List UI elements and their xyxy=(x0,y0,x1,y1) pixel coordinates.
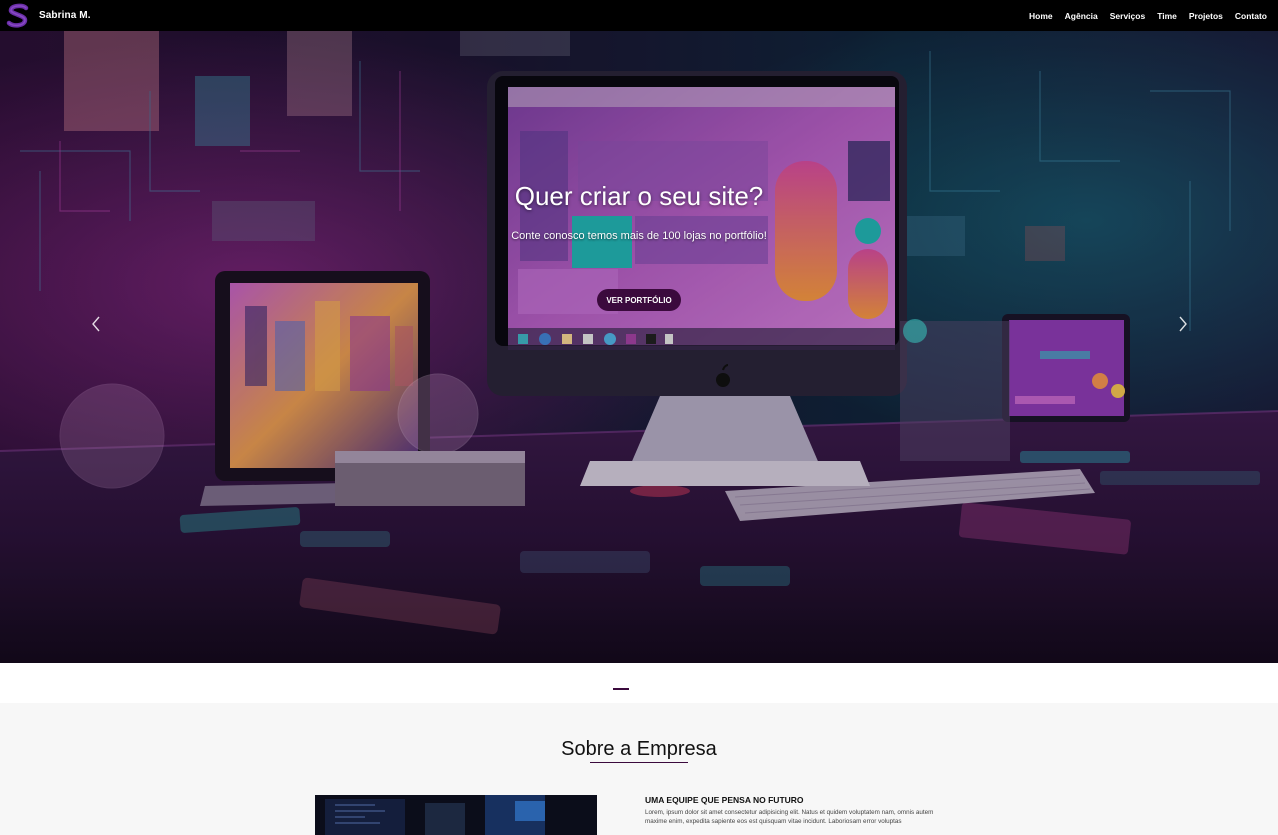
nav-servicos[interactable]: Serviços xyxy=(1104,11,1151,21)
nav-links: Home Agência Serviços Time Projetos Cont… xyxy=(1023,0,1273,31)
brand[interactable]: Sabrina M. xyxy=(0,0,91,31)
chevron-left-icon xyxy=(92,316,100,332)
carousel-indicators xyxy=(0,663,1278,703)
hero-carousel: Quer criar o seu site? Conte conosco tem… xyxy=(0,31,1278,663)
hero-background-image xyxy=(0,31,1278,663)
about-image xyxy=(315,795,597,835)
brand-name: Sabrina M. xyxy=(39,10,91,21)
chevron-right-icon xyxy=(1179,316,1187,332)
nav-home[interactable]: Home xyxy=(1023,11,1059,21)
hero-subtitle: Conte conosco temos mais de 100 lojas no… xyxy=(511,230,767,242)
about-title-underline xyxy=(590,762,688,763)
carousel-next-button[interactable] xyxy=(1173,314,1193,334)
about-title: Sobre a Empresa xyxy=(561,738,717,760)
s-logo-icon xyxy=(6,3,30,29)
nav-time[interactable]: Time xyxy=(1151,11,1183,21)
navbar: Sabrina M. Home Agência Serviços Time Pr… xyxy=(0,0,1278,31)
nav-contato[interactable]: Contato xyxy=(1229,11,1273,21)
hero-title: Quer criar o seu site? xyxy=(514,181,764,211)
nav-projetos[interactable]: Projetos xyxy=(1183,11,1229,21)
carousel-prev-button[interactable] xyxy=(86,314,106,334)
about-section: Sobre a Empresa UMA EQUIPE QUE PENSA NO … xyxy=(0,703,1278,835)
view-portfolio-button[interactable]: VER PORTFÓLIO xyxy=(597,289,681,311)
about-text: Lorem, ipsum dolor sit amet consectetur … xyxy=(645,809,934,825)
nav-agencia[interactable]: Agência xyxy=(1059,11,1104,21)
carousel-indicator-active[interactable] xyxy=(613,688,629,690)
hero-caption: Quer criar o seu site? Conte conosco tem… xyxy=(0,181,1278,242)
about-heading: UMA EQUIPE QUE PENSA NO FUTURO xyxy=(645,795,804,805)
